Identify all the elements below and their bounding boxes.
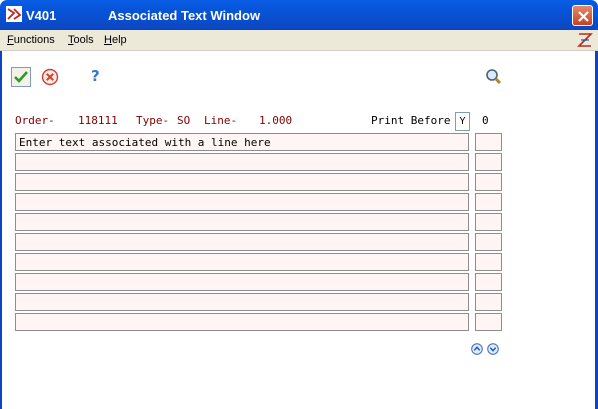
text-line-input[interactable] [15,313,469,331]
menu-bar: Functions Tools Help [0,30,598,51]
window-program-id: V401 [26,8,57,23]
svg-text:?: ? [91,67,100,85]
help-button[interactable]: ? [85,66,105,86]
text-line-input[interactable] [15,233,469,251]
brand-logo-icon [577,33,593,47]
question-mark-icon: ? [91,67,100,85]
text-line-flag[interactable] [475,293,502,311]
order-value: 118111 [78,114,118,127]
text-line-flag[interactable] [475,273,502,291]
type-value: SO [177,114,191,127]
text-line-input[interactable] [15,173,469,191]
close-icon [578,11,589,22]
window-title: Associated Text Window [108,8,261,23]
type-label: Type- [136,114,170,127]
print-before-field[interactable]: Y [455,112,470,131]
menu-functions[interactable]: Functions [7,34,55,46]
search-button[interactable] [484,67,504,87]
close-button[interactable] [572,5,593,26]
text-line-input[interactable] [15,213,469,231]
text-line-flag[interactable] [475,213,502,231]
check-icon [14,71,28,83]
ok-button[interactable] [11,67,31,87]
line-label: Line- [204,114,238,127]
text-line-flag[interactable] [475,173,502,191]
text-line-input[interactable] [15,193,469,211]
text-line-input[interactable] [15,273,469,291]
text-line-flag[interactable] [475,313,502,331]
text-line-input[interactable] [15,253,469,271]
text-line-input[interactable] [15,153,469,171]
text-line-flag[interactable] [475,253,502,271]
page-down-icon[interactable] [487,343,499,355]
text-line-input[interactable] [15,293,469,311]
menu-tools[interactable]: Tools [68,34,94,46]
toolbar: ? [0,52,598,98]
app-logo-icon [6,6,22,22]
associated-text-window: V401 Associated Text Window Functions To… [0,0,598,409]
text-line-flag[interactable] [475,233,502,251]
text-line-flag[interactable] [475,193,502,211]
cancel-button[interactable] [40,67,60,87]
text-line-input[interactable]: Enter text associated with a line here [15,133,469,151]
text-count-value: 0 [482,114,489,127]
page-up-icon[interactable] [471,343,483,355]
cancel-x-icon [41,68,59,86]
menu-help[interactable]: Help [104,34,127,46]
magnifier-icon [486,69,502,85]
line-value: 1.000 [259,114,293,127]
order-label: Order- [15,114,55,127]
text-line-flag[interactable] [475,153,502,171]
title-bar: V401 Associated Text Window [0,0,598,30]
print-before-label: Print Before [371,114,451,127]
text-line-flag[interactable] [475,133,502,151]
